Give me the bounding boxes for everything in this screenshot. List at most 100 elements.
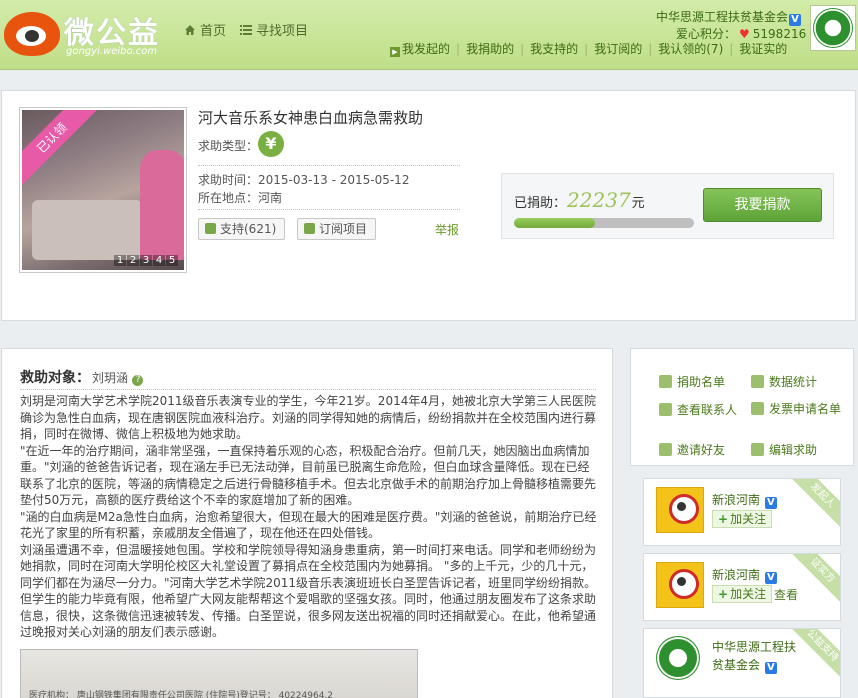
user-avatar[interactable] [810, 5, 856, 51]
sina-henan-avatar[interactable] [656, 487, 704, 533]
edit-icon [751, 443, 764, 456]
foundation-seal-icon [656, 636, 700, 680]
sina-henan-avatar[interactable] [656, 562, 704, 608]
invite-icon [659, 443, 672, 456]
photo-page-4[interactable]: 4 [153, 255, 165, 266]
user-name[interactable]: 中华思源工程扶贫基金会 V [656, 8, 802, 26]
nav-find-label: 寻找项目 [256, 24, 309, 39]
help-time-label: 求助时间 [198, 173, 247, 187]
rescue-target-name: 刘玥涵 [92, 371, 129, 385]
help-question-icon[interactable]: ? [132, 375, 144, 386]
donated-label: 已捐助： [514, 196, 567, 211]
statistics-link[interactable]: 数据统计 [751, 373, 817, 390]
subnav-donated[interactable]: 我捐助的 [466, 42, 514, 56]
people-icon [659, 375, 672, 388]
location-value: ：河南 [246, 191, 283, 205]
weibo-gongyi-logo[interactable]: 微公益 gongyi.weibo.com [4, 6, 168, 62]
heart-icon: ♥ [739, 27, 750, 41]
top-bar: 微公益 gongyi.weibo.com 首页 寻找项目 中华思源工程扶贫基金会… [0, 0, 858, 70]
invoice-list-link[interactable]: 发票申请名单 [751, 401, 847, 417]
donate-button[interactable]: 我要捐款 [703, 188, 822, 222]
document-line: 医疗机构： 唐山钢铁集团有限责任公司医院 (住院号)登记号： 40224964.… [29, 691, 334, 698]
project-summary-panel: 已认领 12345 河大音乐系女神患白血病急需救助 求助类型： ¥ 求助时间：2… [1, 90, 856, 321]
subscribe-button[interactable]: 订阅项目 [297, 218, 377, 240]
list-icon [240, 24, 252, 36]
photo-page-3[interactable]: 3 [140, 255, 152, 266]
thumbs-up-icon [205, 223, 216, 234]
nav-find-projects[interactable]: 寻找项目 [240, 20, 308, 39]
photo-page-2[interactable]: 2 [127, 255, 139, 266]
sponsor-name[interactable]: 中华思源工程扶贫基金会 V [712, 638, 802, 674]
subscribe-label: 订阅项目 [319, 222, 368, 236]
donated-unit: 元 [631, 196, 645, 211]
nav-home[interactable]: 首页 [184, 20, 226, 39]
follow-button[interactable]: + 加关注 [712, 510, 773, 528]
support-label: 支持(621) [220, 222, 277, 236]
sponsor-name-text: 中华思源工程扶贫基金会 [712, 640, 797, 672]
support-button[interactable]: 支持(621) [198, 218, 286, 240]
invite-friends-link[interactable]: 邀请好友 [659, 441, 725, 458]
description-paragraph: "在近一年的治疗期间，涵非常坚强，一直保持着乐观的心态，积极配合治疗。但前几天，… [20, 443, 597, 508]
initiator-name[interactable]: 新浪河南 V [712, 491, 777, 509]
nav-home-label: 首页 [200, 24, 227, 39]
subnav-supported[interactable]: 我支持的 [530, 42, 578, 56]
location: 所在地点：河南 [198, 189, 282, 206]
description-paragraph: 刘涵虽遭遇不幸，但温暖接她包围。学校和学院领导得知涵身患重病，第一时间打来电话。… [20, 542, 597, 640]
subnav-initiated[interactable]: 我发起的 [402, 42, 450, 56]
donation-box: 已捐助：22237元 我要捐款 [501, 173, 834, 239]
donated-value: 22237 [567, 188, 631, 212]
follow-label: 加关注 [730, 587, 767, 601]
rescue-description: 刘玥是河南大学艺术学院2011级音乐表演专业的学生，今年21岁。2014年4月，… [20, 393, 598, 641]
donor-list-link[interactable]: 捐助名单 [659, 373, 725, 390]
verified-v-icon: V [764, 662, 777, 674]
initiator-corner-badge: 发起人 [787, 479, 840, 531]
contact-icon [659, 403, 672, 416]
subnav-verified[interactable]: 我证实的 [739, 42, 787, 56]
rescue-heading-label: 救助对象： [20, 370, 90, 386]
help-time: 求助时间：2015-03-13 - 2015-05-12 [198, 171, 409, 188]
contacts-link[interactable]: 查看联系人 [659, 401, 737, 418]
follow-button[interactable]: + 加关注 [712, 585, 773, 603]
help-type-label: 求助类型： [198, 139, 259, 153]
project-title: 河大音乐系女神患白血病急需救助 [198, 109, 424, 127]
logo-subtext: gongyi.weibo.com [66, 46, 158, 57]
play-icon: ▶ [390, 47, 400, 57]
subnav-claimed[interactable]: 我认领的(7) [658, 42, 723, 56]
divider [198, 209, 460, 210]
photo-pager: 12345 [113, 255, 178, 266]
help-time-value: ：2015-03-13 - 2015-05-12 [246, 173, 410, 187]
subnav-subscribed[interactable]: 我订阅的 [594, 42, 642, 56]
stats-icon [751, 375, 764, 388]
rescue-heading: 救助对象： 刘玥涵 ? [20, 367, 144, 387]
edit-request-label: 编辑求助 [769, 443, 818, 457]
verifier-name[interactable]: 新浪河南 V [712, 566, 777, 584]
donation-progress-fill [514, 218, 595, 228]
foundation-seal-icon [813, 8, 853, 48]
report-link[interactable]: 举报 [435, 221, 459, 238]
project-photo[interactable]: 已认领 12345 [19, 107, 187, 273]
edit-request-link[interactable]: 编辑求助 [751, 441, 817, 458]
follow-label: 加关注 [730, 512, 767, 526]
medical-document-image[interactable]: 医疗机构： 唐山钢铁集团有限责任公司医院 (住院号)登记号： 40224964.… [20, 649, 418, 698]
subscribe-icon [304, 223, 315, 234]
verified-v-icon: V [764, 572, 777, 584]
photo-page-5[interactable]: 5 [166, 255, 178, 266]
foundation-avatar[interactable] [656, 636, 700, 680]
photo-bed [32, 200, 142, 260]
donor-list-label: 捐助名单 [677, 375, 726, 389]
logo-eye-icon [4, 12, 60, 56]
project-actions-panel: 捐助名单 数据统计 查看联系人 发票申请名单 邀请好友 编辑求助 [630, 348, 854, 466]
divider [20, 389, 596, 390]
invoice-icon [751, 402, 764, 415]
user-subnav: ▶ 我发起的 | 我捐助的 | 我支持的 | 我订阅的 | 我认领的(7) | 我证实的 [390, 40, 787, 57]
user-name-text: 中华思源工程扶贫基金会 [656, 10, 789, 24]
patient-photo: 已认领 12345 [22, 110, 184, 270]
donated-amount: 已捐助：22237元 [514, 188, 645, 212]
photo-page-1[interactable]: 1 [114, 255, 126, 266]
rescue-details-panel: 救助对象： 刘玥涵 ? 刘玥是河南大学艺术学院2011级音乐表演专业的学生，今年2… [1, 348, 613, 698]
divider [198, 165, 460, 166]
view-link[interactable]: 查看 [774, 586, 798, 603]
invite-friends-label: 邀请好友 [677, 443, 726, 457]
contacts-label: 查看联系人 [677, 403, 738, 417]
initiator-card: 新浪河南 V + 加关注 发起人 [643, 478, 841, 546]
